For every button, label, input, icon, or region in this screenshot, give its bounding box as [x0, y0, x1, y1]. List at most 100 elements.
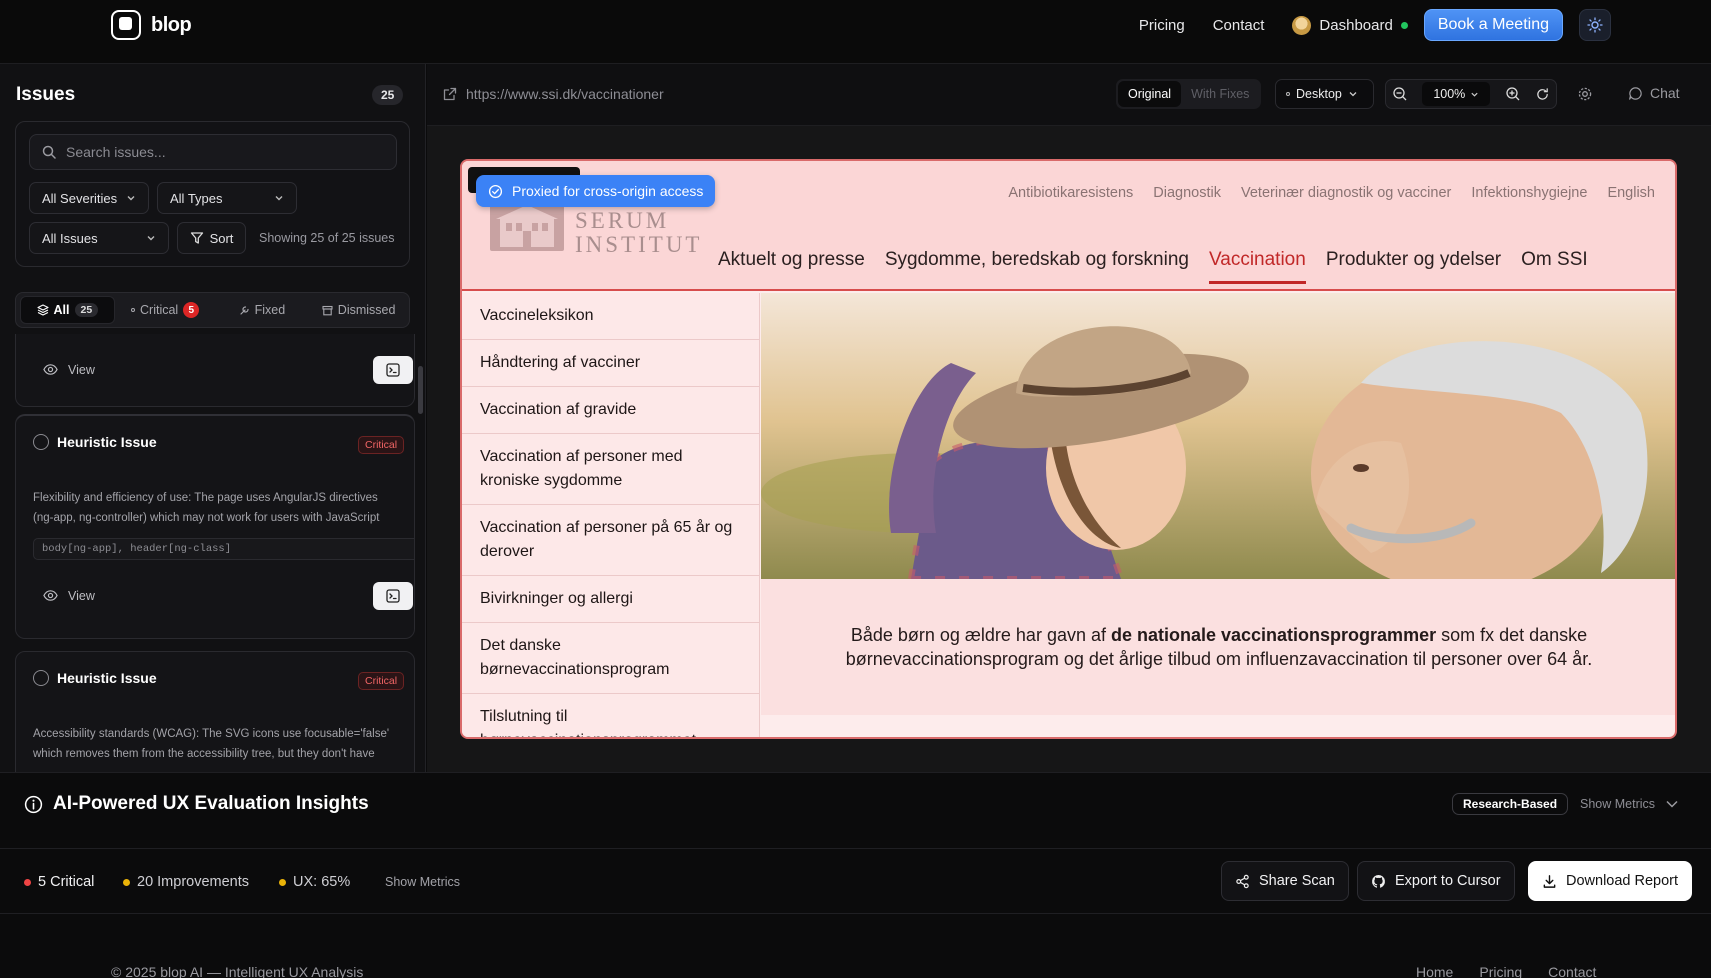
site-side-nav-item[interactable]: Håndtering af vacciner: [462, 340, 760, 387]
dashboard-link[interactable]: Dashboard: [1292, 16, 1407, 35]
top-navbar: blop Pricing Contact Dashboard Book a Me…: [0, 0, 1711, 64]
site-side-nav-item[interactable]: Vaccination af personer med kroniske syg…: [462, 434, 760, 505]
tab-fixed[interactable]: Fixed: [216, 296, 309, 324]
archive-icon: [322, 305, 333, 316]
tab-critical[interactable]: Critical 5: [119, 296, 212, 324]
site-side-nav-item[interactable]: Vaccineleksikon: [462, 293, 760, 340]
site-side-nav-item[interactable]: Det danske børnevaccinationsprogram: [462, 623, 760, 694]
brand[interactable]: blop: [111, 10, 191, 40]
proxy-notice-text: Proxied for cross-origin access: [512, 183, 703, 199]
critical-count-text: 5 Critical: [38, 874, 94, 890]
original-mode-button[interactable]: Original: [1118, 81, 1181, 107]
severity-filter-dropdown[interactable]: All Severities: [29, 182, 149, 214]
zoom-level-dropdown[interactable]: 100%: [1422, 82, 1490, 106]
site-link-english[interactable]: English: [1607, 185, 1655, 201]
issue-card[interactable]: Heuristic Issue Critical Flexibility and…: [15, 414, 415, 639]
site-side-nav: Vaccineleksikon Håndtering af vacciner V…: [462, 293, 760, 739]
book-meeting-button[interactable]: Book a Meeting: [1424, 9, 1563, 41]
share-scan-button[interactable]: Share Scan: [1221, 861, 1349, 901]
site-side-nav-item[interactable]: Tilslutning til børnevaccinationsprogram…: [462, 694, 760, 739]
site-nav-aktuelt[interactable]: Aktuelt og presse: [718, 249, 865, 284]
improvements-stat: 20 Improvements: [123, 874, 249, 890]
tab-dismissed[interactable]: Dismissed: [312, 296, 405, 324]
critical-count-stat: 5 Critical: [24, 874, 94, 890]
site-side-nav-item[interactable]: Vaccination af personer på 65 år og dero…: [462, 505, 760, 576]
chat-button[interactable]: Chat: [1628, 85, 1680, 101]
view-button[interactable]: View: [43, 362, 95, 377]
page-footer: © 2025 blop AI — Intelligent UX Analysis…: [0, 914, 1711, 978]
download-report-button[interactable]: Download Report: [1528, 861, 1692, 901]
footer-home-link[interactable]: Home: [1416, 964, 1453, 978]
terminal-button[interactable]: [373, 582, 413, 610]
website-preview-frame: SERUM INSTITUT Antibiotikaresistens Diag…: [460, 159, 1677, 739]
show-metrics-label: Show Metrics: [1580, 797, 1655, 811]
view-mode-toggle: Original With Fixes: [1116, 79, 1261, 109]
proxy-notice-badge: Proxied for cross-origin access: [476, 175, 715, 207]
with-fixes-mode-button[interactable]: With Fixes: [1181, 81, 1259, 107]
tab-all[interactable]: All 25: [20, 296, 115, 324]
caption-link-bold[interactable]: de nationale vaccinationsprogrammer: [1111, 625, 1436, 645]
site-link-veterinaer[interactable]: Veterinær diagnostik og vacciner: [1241, 185, 1451, 201]
site-nav-vaccination[interactable]: Vaccination: [1209, 249, 1306, 284]
footer-pricing-link[interactable]: Pricing: [1479, 964, 1522, 978]
hero-image: [761, 293, 1677, 579]
search-box[interactable]: [29, 134, 397, 170]
sidebar-scrollbar[interactable]: [418, 366, 423, 414]
show-metrics-toggle[interactable]: Show Metrics: [1580, 797, 1679, 811]
site-side-nav-item[interactable]: Vaccination af gravide: [462, 387, 760, 434]
preview-url[interactable]: https://www.ssi.dk/vaccinationer: [443, 86, 664, 102]
sort-button[interactable]: Sort: [177, 222, 246, 254]
insights-title: AI-Powered UX Evaluation Insights: [24, 793, 369, 815]
issue-card[interactable]: View: [15, 334, 415, 407]
download-report-label: Download Report: [1566, 873, 1678, 889]
select-checkbox[interactable]: [33, 434, 49, 450]
severity-badge: Critical: [358, 436, 404, 454]
zoom-in-icon[interactable]: [1505, 86, 1521, 102]
type-filter-dropdown[interactable]: All Types: [157, 182, 297, 214]
site-nav-produkter[interactable]: Produkter og ydelser: [1326, 249, 1501, 284]
terminal-button[interactable]: [373, 356, 413, 384]
device-dropdown[interactable]: Desktop: [1275, 79, 1374, 109]
nav-pricing-link[interactable]: Pricing: [1139, 17, 1185, 34]
site-link-infektionshygiejne[interactable]: Infektionshygiejne: [1471, 185, 1587, 201]
site-link-antibiotikaresistens[interactable]: Antibiotikaresistens: [1008, 185, 1133, 201]
chevron-down-icon: [1470, 90, 1479, 99]
nav-contact-link[interactable]: Contact: [1213, 17, 1265, 34]
site-side-nav-item[interactable]: Bivirkninger og allergi: [462, 576, 760, 623]
theme-toggle-button[interactable]: [1579, 9, 1611, 41]
preview-toolbar: https://www.ssi.dk/vaccinationer Origina…: [427, 64, 1711, 126]
insights-panel-header[interactable]: AI-Powered UX Evaluation Insights Resear…: [0, 772, 1711, 849]
critical-dot-icon: [131, 308, 135, 312]
gear-icon: [1577, 86, 1593, 102]
settings-button[interactable]: [1577, 86, 1593, 105]
refresh-icon[interactable]: [1535, 87, 1550, 102]
ssi-logo-text[interactable]: SERUM INSTITUT: [575, 209, 702, 257]
footer-contact-link[interactable]: Contact: [1548, 964, 1596, 978]
download-icon: [1542, 874, 1557, 889]
filter-panel: All Severities All Types All Issues Sort…: [15, 121, 410, 267]
zoom-out-icon[interactable]: [1392, 86, 1408, 102]
search-icon: [42, 145, 56, 159]
warning-dot-icon: [279, 879, 286, 886]
search-input[interactable]: [66, 144, 366, 160]
zoom-controls: 100%: [1385, 79, 1557, 109]
site-link-diagnostik[interactable]: Diagnostik: [1153, 185, 1221, 201]
status-filter-dropdown[interactable]: All Issues: [29, 222, 169, 254]
view-button[interactable]: View: [43, 588, 95, 603]
site-nav-om-ssi[interactable]: Om SSI: [1521, 249, 1588, 284]
ux-score-text: UX: 65%: [293, 874, 350, 890]
site-nav-sygdomme[interactable]: Sygdomme, beredskab og forskning: [885, 249, 1189, 284]
hero-caption: Både børn og ældre har gavn af de nation…: [761, 579, 1677, 715]
issue-description: Flexibility and efficiency of use: The p…: [33, 488, 413, 528]
site-main-nav: Aktuelt og presse Sygdomme, beredskab og…: [718, 249, 1588, 284]
copyright-text: © 2025 blop AI — Intelligent UX Analysis: [111, 964, 363, 978]
export-to-cursor-button[interactable]: Export to Cursor: [1357, 861, 1515, 901]
issue-card[interactable]: Heuristic Issue Critical Accessibility s…: [15, 651, 415, 772]
external-link-icon: [443, 87, 457, 101]
ssi-building-logo-icon[interactable]: [490, 201, 564, 251]
select-checkbox[interactable]: [33, 670, 49, 686]
tab-critical-label: Critical: [140, 303, 178, 317]
issue-description-line: (ng-app, ng-controller) which may not wo…: [33, 508, 413, 528]
blop-logo-icon: [111, 10, 141, 40]
show-metrics-link[interactable]: Show Metrics: [385, 875, 460, 889]
